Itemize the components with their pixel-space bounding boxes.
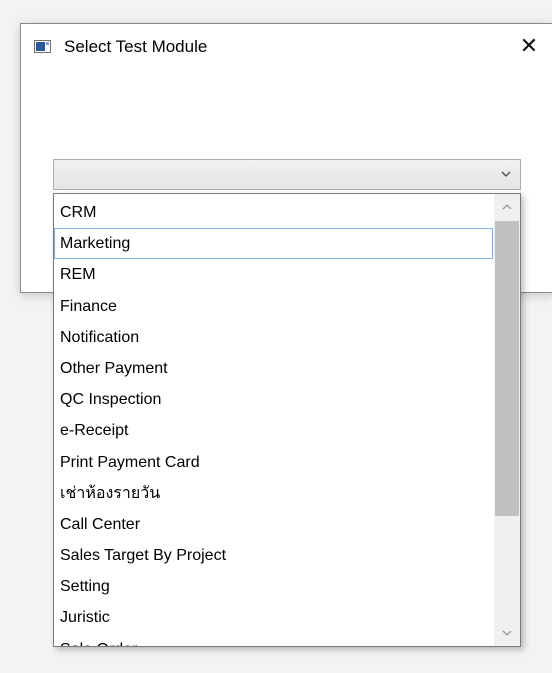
dropdown-item[interactable]: Notification bbox=[54, 322, 494, 353]
module-combobox[interactable] bbox=[53, 159, 521, 190]
dropdown-scrollbar[interactable] bbox=[494, 194, 520, 646]
scrollbar-thumb[interactable] bbox=[495, 221, 519, 516]
dropdown-item[interactable]: Sales Target By Project bbox=[54, 540, 494, 571]
dropdown-items: CRM Marketing REM Finance Notification Other … bbox=[54, 197, 494, 646]
module-dropdown-list: CRM Marketing REM Finance Notification Other … bbox=[53, 193, 521, 647]
chevron-down-icon[interactable] bbox=[494, 620, 520, 646]
dropdown-item[interactable]: Finance bbox=[54, 291, 494, 322]
dialog-title: Select Test Module bbox=[64, 37, 208, 56]
close-icon[interactable]: ✕ bbox=[518, 35, 540, 57]
dropdown-item[interactable]: Marketing bbox=[54, 228, 493, 260]
dropdown-item[interactable]: Other Payment bbox=[54, 353, 494, 384]
dropdown-item[interactable]: Juristic bbox=[54, 602, 494, 633]
dropdown-item[interactable]: CRM bbox=[54, 197, 494, 228]
dropdown-item[interactable]: Setting bbox=[54, 571, 494, 602]
dropdown-item[interactable]: Sale Order bbox=[54, 634, 494, 646]
chevron-up-icon[interactable] bbox=[494, 194, 520, 220]
dropdown-item[interactable]: QC Inspection bbox=[54, 384, 494, 415]
dropdown-item[interactable]: REM bbox=[54, 259, 494, 290]
window-app-icon bbox=[34, 40, 51, 53]
dropdown-item[interactable]: Print Payment Card bbox=[54, 447, 494, 478]
dropdown-item[interactable]: e-Receipt bbox=[54, 415, 494, 446]
dropdown-item[interactable]: เช่าห้องรายวัน bbox=[54, 478, 494, 509]
dropdown-item[interactable]: Call Center bbox=[54, 509, 494, 540]
chevron-down-icon[interactable] bbox=[499, 167, 513, 181]
